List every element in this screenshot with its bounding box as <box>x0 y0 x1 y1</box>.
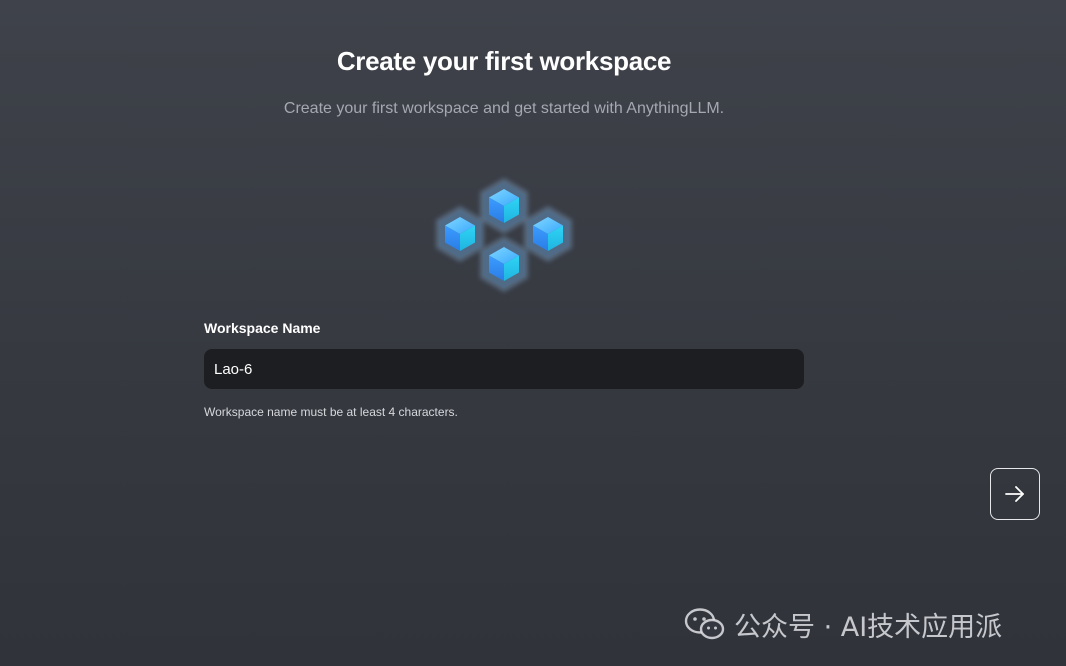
wechat-icon <box>684 608 725 640</box>
page-subtitle: Create your first workspace and get star… <box>283 100 725 117</box>
next-button[interactable] <box>990 468 1040 520</box>
workspace-name-input[interactable] <box>204 349 804 389</box>
workspace-name-field-container <box>204 349 804 389</box>
cubes-icon <box>430 172 578 298</box>
page-title: Create your first workspace <box>336 46 672 76</box>
arrow-right-icon <box>1005 486 1024 502</box>
watermark: 公众号 · AI技术应用派 <box>684 604 1002 644</box>
workspace-name-label: Workspace Name <box>204 320 321 336</box>
validation-hint: Workspace name must be at least 4 charac… <box>204 405 458 419</box>
watermark-text: 公众号 · AI技术应用派 <box>734 611 1003 643</box>
